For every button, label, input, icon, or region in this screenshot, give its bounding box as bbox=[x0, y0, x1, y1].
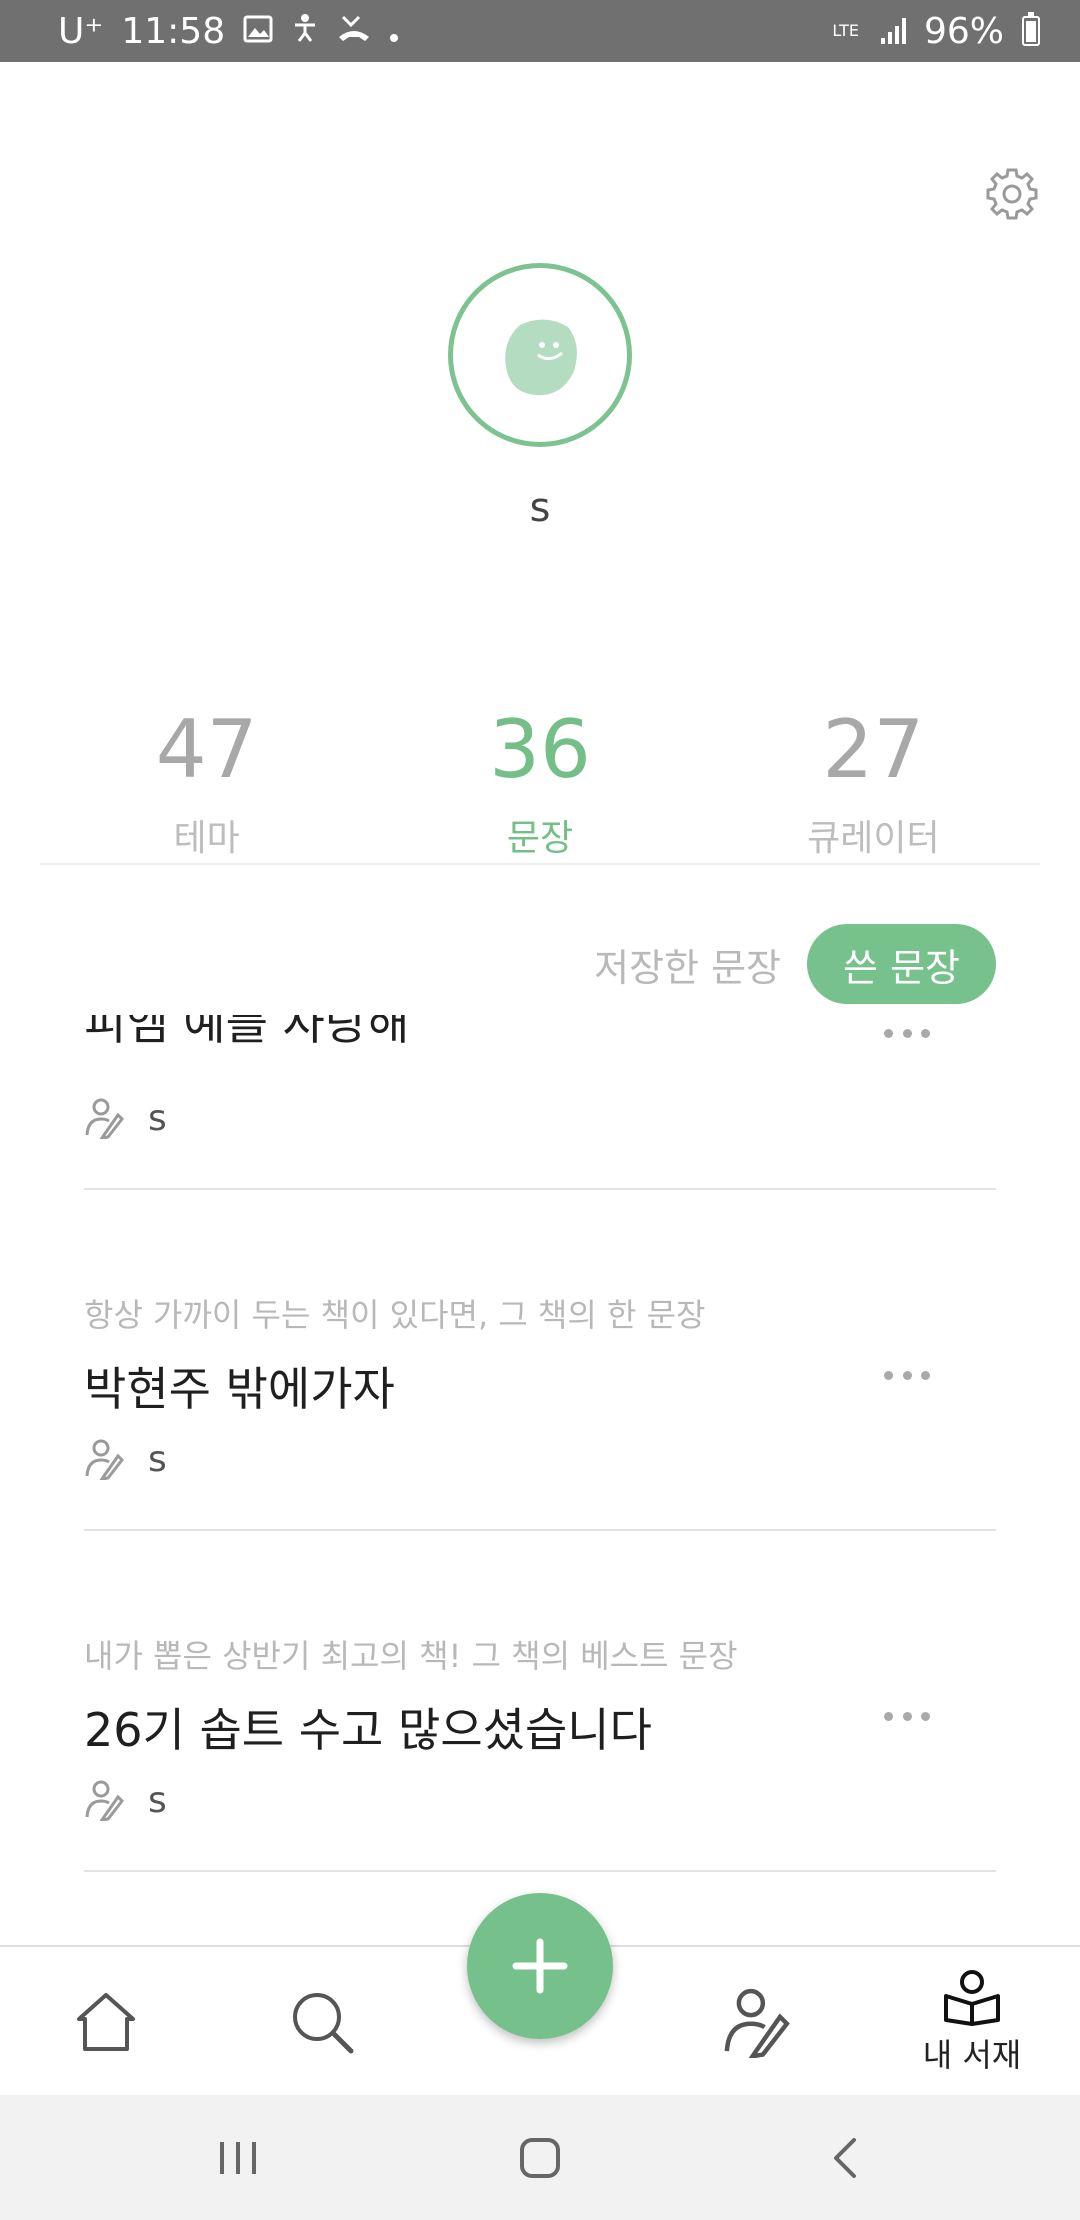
stat-label: 문장 bbox=[506, 818, 574, 859]
system-navigation-bar bbox=[0, 2095, 1080, 2220]
list-item[interactable]: 항상 가까이 두는 책이 있다면, 그 책의 한 문장 박현주 밖에가자 s bbox=[84, 1190, 996, 1531]
search-icon bbox=[293, 1993, 354, 2054]
item-author: s bbox=[84, 1097, 167, 1139]
add-sentence-button[interactable] bbox=[467, 1893, 613, 2039]
sentence-filter: 저장한 문장 쓴 문장 bbox=[594, 924, 996, 1004]
stat-sentences[interactable]: 36 문장 bbox=[373, 705, 706, 863]
writer-icon bbox=[85, 1439, 124, 1480]
writer-icon bbox=[85, 1780, 124, 1821]
carrier-label: U⁺ bbox=[58, 10, 104, 52]
item-title: 피엠 예를 사랑해 bbox=[84, 1015, 410, 1050]
stat-label: 큐레이터 bbox=[807, 818, 940, 859]
recents-icon bbox=[220, 2141, 256, 2174]
more-options-icon[interactable] bbox=[884, 1029, 930, 1041]
recent-apps-button[interactable] bbox=[178, 2095, 298, 2220]
nav-home[interactable] bbox=[56, 1947, 156, 2097]
gallery-icon bbox=[243, 11, 273, 52]
dot-icon bbox=[389, 11, 399, 52]
library-icon bbox=[944, 1970, 1000, 2026]
stat-curators[interactable]: 27 큐레이터 bbox=[707, 705, 1040, 863]
username: s bbox=[529, 485, 551, 531]
saved-sentences-tab[interactable]: 저장한 문장 bbox=[594, 937, 781, 992]
plus-icon bbox=[512, 1938, 568, 1994]
home-icon bbox=[77, 1993, 135, 2051]
back-button[interactable] bbox=[786, 2095, 906, 2220]
battery-icon bbox=[1022, 12, 1040, 46]
item-title: 박현주 밖에가자 bbox=[84, 1362, 395, 1416]
nav-label: 내 서재 bbox=[922, 2036, 1022, 2074]
author-name: s bbox=[148, 1438, 167, 1480]
stat-themes[interactable]: 47 테마 bbox=[40, 705, 373, 863]
more-options-icon[interactable] bbox=[884, 1371, 930, 1383]
home-button[interactable] bbox=[480, 2095, 600, 2220]
item-author: s bbox=[84, 1779, 167, 1821]
network-type: LTE bbox=[832, 21, 859, 40]
gear-icon[interactable] bbox=[984, 166, 1040, 222]
author-name: s bbox=[148, 1097, 167, 1139]
avatar[interactable] bbox=[448, 263, 632, 447]
item-theme: 내가 뽑은 상반기 최고의 책! 그 책의 베스트 문장 bbox=[84, 1637, 738, 1675]
nav-my-library[interactable]: 내 서재 bbox=[900, 1947, 1044, 2097]
item-author: s bbox=[84, 1438, 167, 1480]
home-circle-icon bbox=[520, 2137, 560, 2178]
stat-value: 47 bbox=[155, 703, 258, 796]
list-item[interactable]: 피엠 예를 사랑해 s bbox=[84, 1015, 996, 1190]
sentence-list: 피엠 예를 사랑해 s 항상 가까이 두는 책이 있다면, 그 책의 한 문장 … bbox=[84, 1015, 996, 1945]
more-options-icon[interactable] bbox=[884, 1712, 930, 1724]
item-theme: 항상 가까이 두는 책이 있다면, 그 책의 한 문장 bbox=[84, 1296, 706, 1334]
stats-bar: 47 테마 36 문장 27 큐레이터 bbox=[40, 705, 1040, 865]
author-name: s bbox=[148, 1779, 167, 1821]
battery-percent: 96% bbox=[923, 10, 1004, 52]
stat-value: 36 bbox=[489, 703, 591, 796]
item-title: 26기 솝트 수고 많으셨습니다 bbox=[84, 1703, 652, 1757]
nav-writer[interactable] bbox=[706, 1947, 806, 2097]
status-bar: U⁺ 11:58 LTE 96% bbox=[0, 0, 1080, 62]
list-item[interactable]: 내가 뽑은 상반기 최고의 책! 그 책의 베스트 문장 26기 솝트 수고 많… bbox=[84, 1531, 996, 1872]
writer-icon bbox=[724, 1988, 790, 2058]
accessibility-icon bbox=[291, 11, 319, 52]
writer-icon bbox=[85, 1098, 124, 1139]
stat-label: 테마 bbox=[173, 818, 240, 859]
missed-call-icon bbox=[337, 11, 371, 52]
written-sentences-tab[interactable]: 쓴 문장 bbox=[807, 924, 996, 1004]
back-icon bbox=[834, 2137, 856, 2178]
blob-face-icon bbox=[505, 319, 577, 396]
stat-value: 27 bbox=[822, 703, 925, 796]
status-time: 11:58 bbox=[121, 10, 226, 52]
nav-search[interactable] bbox=[272, 1947, 372, 2097]
signal-icon bbox=[880, 18, 906, 44]
